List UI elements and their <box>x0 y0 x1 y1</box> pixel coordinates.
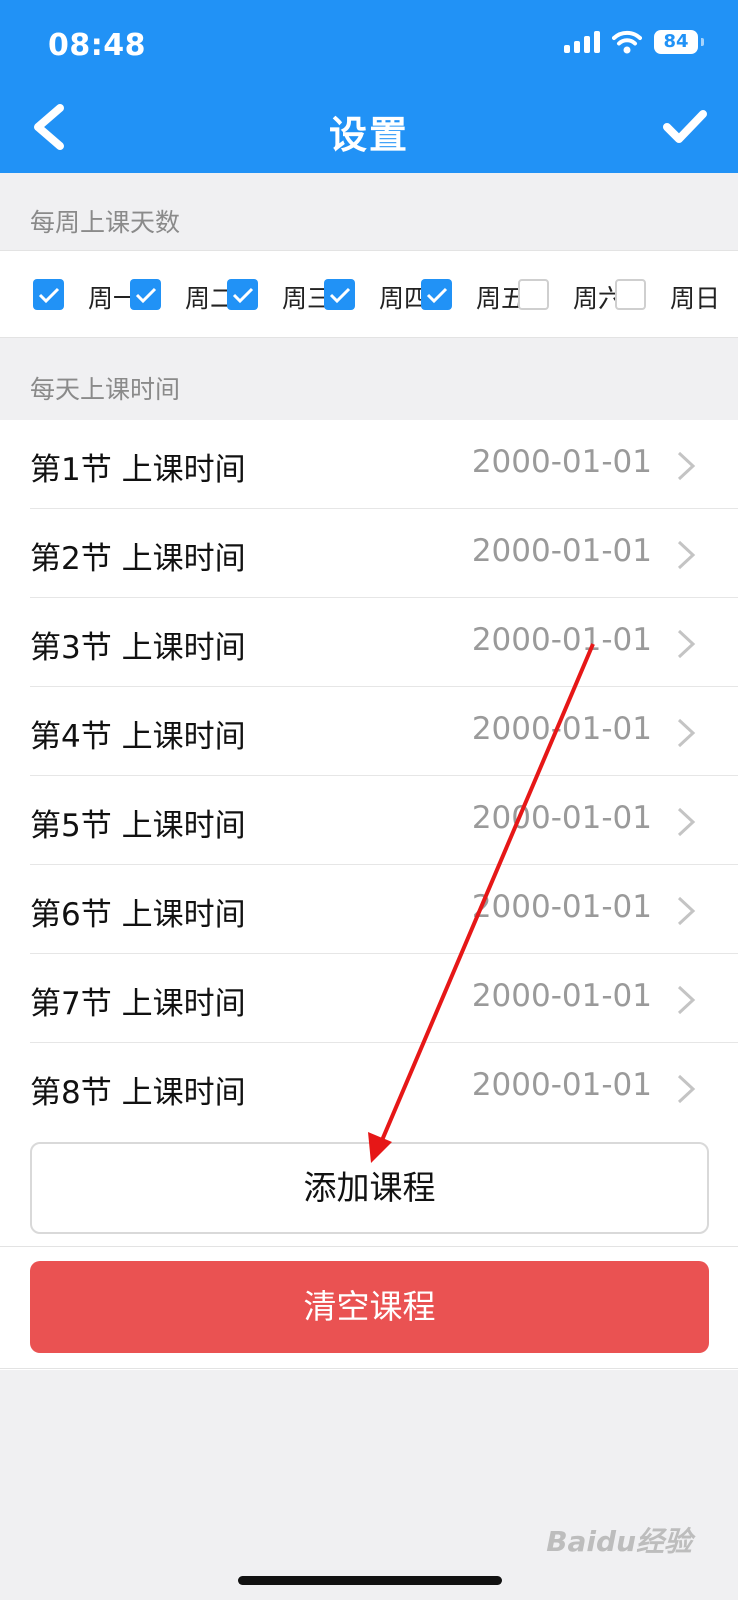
period-value: 2000-01-01 <box>471 1067 652 1103</box>
check-icon <box>135 287 156 303</box>
checkbox-checked[interactable] <box>324 279 355 310</box>
chevron-right-icon <box>677 451 696 481</box>
period-row[interactable]: 第3节 上课时间 2000-01-01 <box>0 598 738 687</box>
period-label: 第4节 上课时间 <box>30 719 246 755</box>
period-label: 第2节 上课时间 <box>30 541 246 577</box>
clear-courses-button[interactable]: 清空课程 <box>30 1261 709 1353</box>
period-value: 2000-01-01 <box>471 622 652 658</box>
period-row[interactable]: 第5节 上课时间 2000-01-01 <box>0 776 738 865</box>
section-title-times: 每天上课时间 <box>30 375 181 404</box>
status-icons: 84 <box>564 30 704 54</box>
period-value: 2000-01-01 <box>471 444 652 480</box>
period-label: 第5节 上课时间 <box>30 808 246 844</box>
period-row[interactable]: 第1节 上课时间 2000-01-01 <box>0 420 738 509</box>
period-row[interactable]: 第8节 上课时间 2000-01-01 <box>0 1043 738 1132</box>
checkbox-unchecked[interactable] <box>615 279 646 310</box>
period-row[interactable]: 第4节 上课时间 2000-01-01 <box>0 687 738 776</box>
check-icon <box>38 287 59 303</box>
weekday-selector: 周一 周二 周三 周四 周五 周六 周日 <box>0 250 738 338</box>
chevron-right-icon <box>677 718 696 748</box>
section-title-days: 每周上课天数 <box>30 208 181 237</box>
period-value: 2000-01-01 <box>471 711 652 747</box>
checkbox-unchecked[interactable] <box>518 279 549 310</box>
chevron-right-icon <box>677 629 696 659</box>
period-label: 第3节 上课时间 <box>30 630 246 666</box>
chevron-right-icon <box>677 896 696 926</box>
period-time-list: 第1节 上课时间 2000-01-01 第2节 上课时间 2000-01-01 … <box>0 420 738 1132</box>
confirm-check-icon[interactable] <box>662 108 708 146</box>
add-course-button[interactable]: 添加课程 <box>30 1142 709 1234</box>
period-value: 2000-01-01 <box>471 889 652 925</box>
cellular-signal-icon <box>564 31 600 53</box>
period-label: 第8节 上课时间 <box>30 1075 246 1111</box>
app-header: 08:48 84 设置 <box>0 0 738 173</box>
period-row[interactable]: 第7节 上课时间 2000-01-01 <box>0 954 738 1043</box>
check-icon <box>232 287 253 303</box>
period-value: 2000-01-01 <box>471 533 652 569</box>
status-time: 08:48 <box>48 28 146 63</box>
period-row[interactable]: 第6节 上课时间 2000-01-01 <box>0 865 738 954</box>
divider <box>0 1368 738 1369</box>
battery-icon: 84 <box>654 30 704 54</box>
checkbox-checked[interactable] <box>227 279 258 310</box>
period-label: 第1节 上课时间 <box>30 452 246 488</box>
checkbox-checked[interactable] <box>421 279 452 310</box>
chevron-right-icon <box>677 1074 696 1104</box>
check-icon <box>426 287 447 303</box>
baidu-watermark: Baidu经验 <box>546 1525 692 1558</box>
chevron-right-icon <box>677 985 696 1015</box>
period-value: 2000-01-01 <box>471 978 652 1014</box>
chevron-right-icon <box>677 807 696 837</box>
check-icon <box>329 287 350 303</box>
chevron-right-icon <box>677 540 696 570</box>
period-value: 2000-01-01 <box>471 800 652 836</box>
page-title: 设置 <box>328 113 409 157</box>
checkbox-checked[interactable] <box>33 279 64 310</box>
divider <box>0 1246 738 1247</box>
period-row[interactable]: 第2节 上课时间 2000-01-01 <box>0 509 738 598</box>
checkbox-checked[interactable] <box>130 279 161 310</box>
home-indicator <box>238 1576 502 1585</box>
period-label: 第7节 上课时间 <box>30 986 246 1022</box>
day-label: 周日 <box>670 284 721 313</box>
period-label: 第6节 上课时间 <box>30 897 246 933</box>
wifi-icon <box>612 30 642 54</box>
